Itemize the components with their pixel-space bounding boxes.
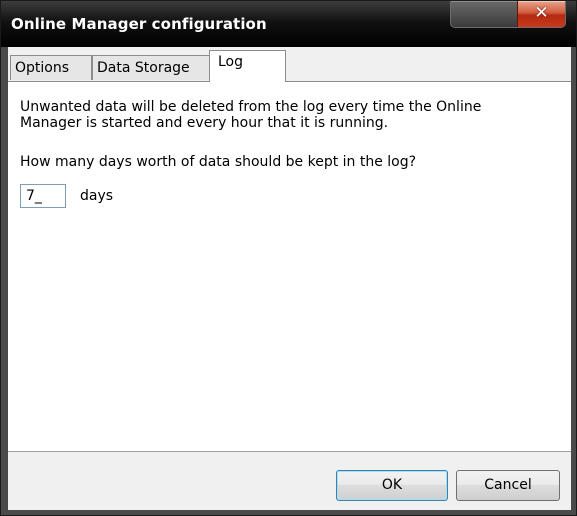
caption-button-blank — [451, 1, 518, 27]
dialog-client-area: Options Data Storage Log Unwanted data w… — [8, 47, 571, 510]
days-input[interactable]: 7_ — [20, 184, 66, 208]
dialog-window: Online Manager configuration ✕ Options D… — [0, 0, 577, 516]
ok-button[interactable]: OK — [336, 470, 448, 501]
window-title: Online Manager configuration — [11, 15, 267, 33]
cancel-button[interactable]: Cancel — [456, 470, 560, 501]
tab-options[interactable]: Options — [10, 55, 92, 80]
days-question: How many days worth of data should be ke… — [20, 154, 417, 170]
tab-data-storage[interactable]: Data Storage — [92, 55, 210, 80]
close-icon: ✕ — [534, 3, 549, 23]
title-bar[interactable]: Online Manager configuration ✕ — [1, 1, 576, 47]
log-tab-panel: Unwanted data will be deleted from the l… — [8, 82, 571, 452]
log-description: Unwanted data will be deleted from the l… — [20, 99, 482, 131]
tab-log[interactable]: Log — [209, 50, 286, 82]
close-button[interactable]: ✕ — [517, 1, 565, 27]
caption-buttons: ✕ — [450, 1, 566, 28]
tab-strip: Options Data Storage Log — [8, 47, 571, 82]
days-unit-label: days — [80, 188, 114, 204]
